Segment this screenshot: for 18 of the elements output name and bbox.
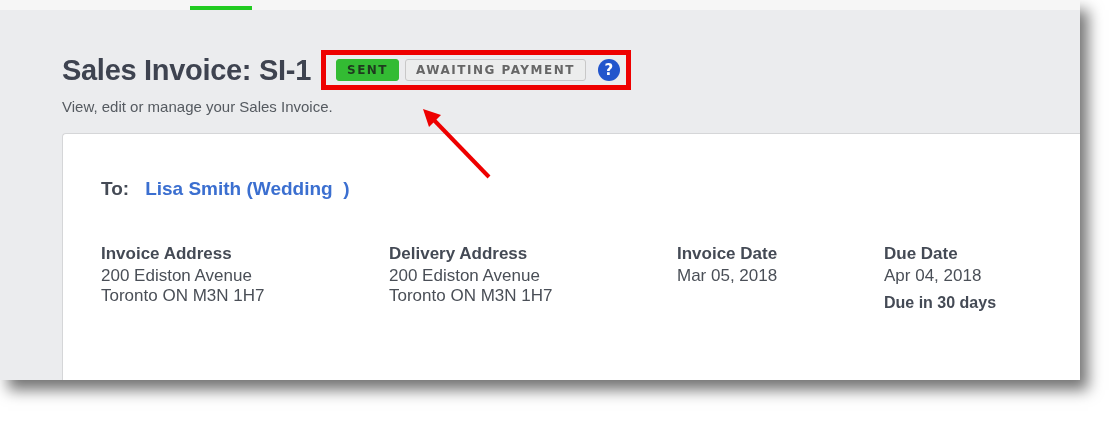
field-heading: Invoice Date: [677, 244, 779, 264]
field-heading: Due Date: [884, 244, 959, 264]
status-badge: AWAITING PAYMENT: [405, 59, 586, 81]
to-label: To:: [101, 178, 130, 200]
page-subtitle: View, edit or manage your Sales Invoice.: [62, 98, 334, 115]
status-badge: SENT: [336, 59, 400, 81]
help-button[interactable]: ?: [597, 59, 620, 81]
page-title: Sales Invoice: SI-1: [62, 53, 311, 87]
customer-link[interactable]: Lisa Smith (Wedding ): [145, 178, 350, 200]
field-value: Apr 04, 2018: [884, 266, 983, 286]
field-heading: Delivery Address: [389, 244, 529, 264]
field-value: Mar 05, 2018: [677, 266, 779, 286]
field-value: Toronto ON M3N 1H7: [389, 286, 554, 306]
field-value: 200 Ediston Avenue: [101, 266, 253, 286]
field-value: Toronto ON M3N 1H7: [101, 286, 266, 306]
due-note: Due in 30 days: [884, 294, 998, 312]
field-heading: Invoice Address: [101, 244, 233, 264]
field-value: 200 Ediston Avenue: [389, 266, 541, 286]
